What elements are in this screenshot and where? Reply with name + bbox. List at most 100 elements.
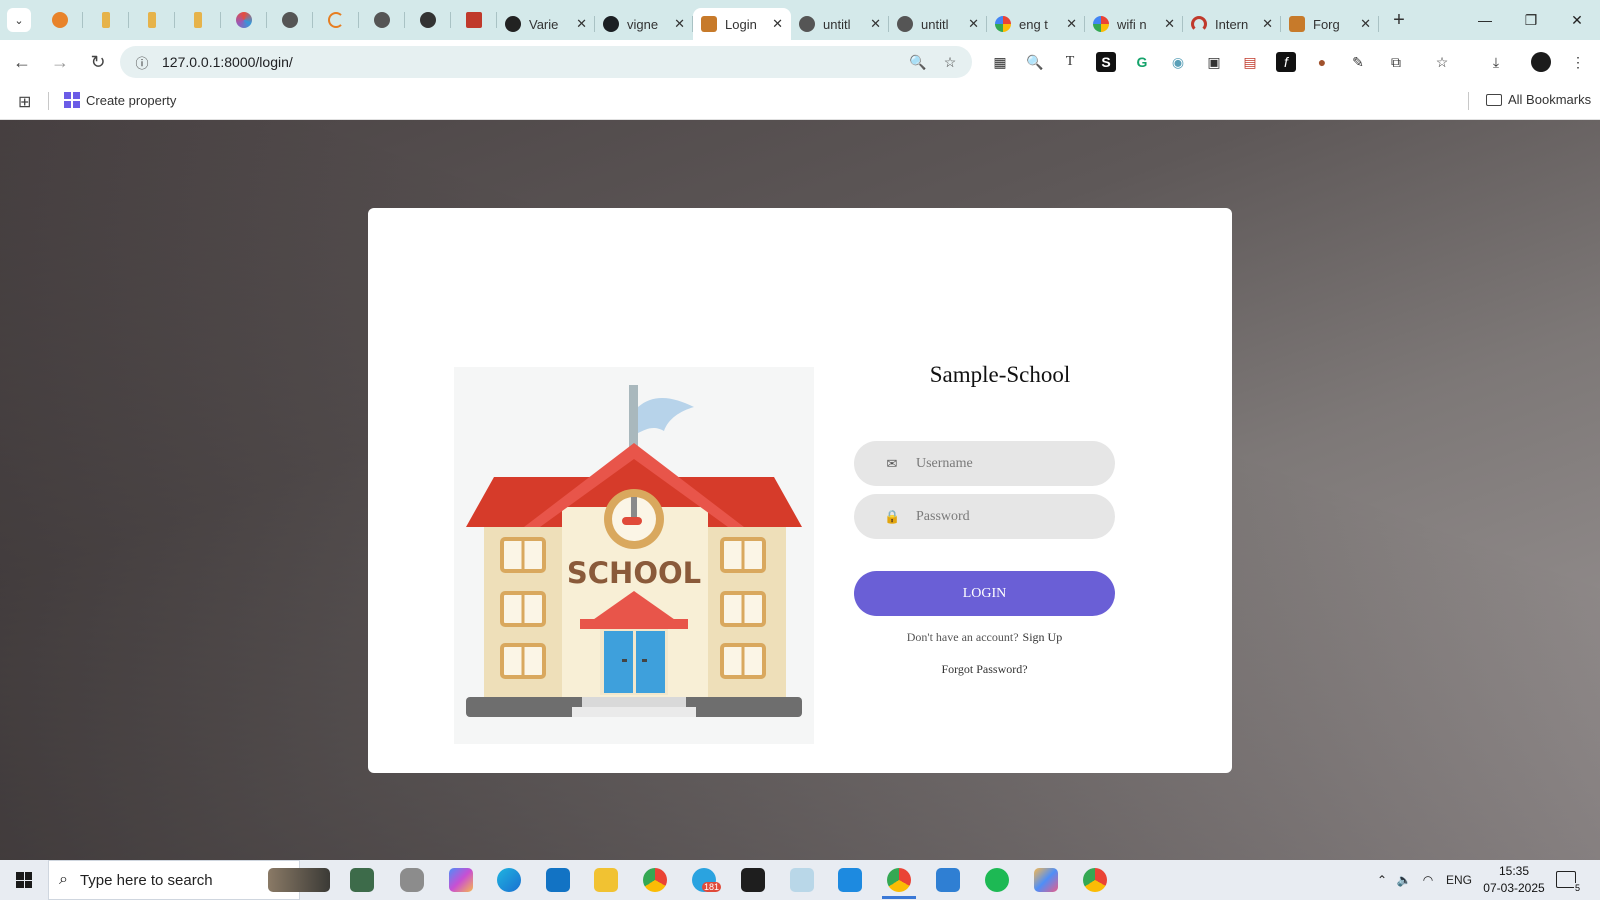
system-clock[interactable]: 15:35 07-03-2025 [1482, 863, 1546, 897]
spotify-icon[interactable] [985, 868, 1009, 892]
pinned-tab[interactable] [175, 0, 221, 40]
minimize-button[interactable]: — [1462, 0, 1508, 40]
plus-icon: + [1393, 8, 1405, 31]
close-icon[interactable]: ✕ [1164, 16, 1175, 32]
font-extension-icon[interactable]: f [1276, 52, 1296, 72]
monitor-app-icon[interactable] [350, 868, 374, 892]
clock-time: 15:35 [1498, 864, 1530, 878]
bookmark-create-property[interactable]: Create property [64, 92, 176, 108]
start-button[interactable] [0, 860, 48, 900]
login-button[interactable]: LOGIN [854, 571, 1115, 616]
terminal-icon[interactable] [741, 868, 765, 892]
notes-icon[interactable] [790, 868, 814, 892]
close-icon[interactable]: ✕ [1360, 16, 1371, 32]
database-icon[interactable] [400, 868, 424, 892]
cookie-icon[interactable]: ● [1312, 52, 1332, 72]
close-icon[interactable]: ✕ [772, 16, 783, 32]
edge-icon[interactable] [497, 868, 521, 892]
forward-button[interactable]: → [42, 44, 78, 80]
vscode-icon[interactable] [838, 868, 862, 892]
photos-icon[interactable] [936, 868, 960, 892]
volume-icon[interactable]: 🔈 [1392, 873, 1416, 887]
site-info-icon[interactable]: ⓘ [128, 53, 156, 72]
profile-avatar[interactable] [1531, 52, 1551, 72]
chrome-icon[interactable] [643, 868, 667, 892]
browser-tab[interactable]: Forg ✕ [1281, 8, 1379, 40]
grid-icon [64, 92, 80, 108]
close-icon[interactable]: ✕ [870, 16, 881, 32]
zoom-icon[interactable]: 🔍 [908, 52, 928, 72]
taskbar-search-box[interactable]: ⌕ Type here to search [48, 860, 300, 900]
close-icon[interactable]: ✕ [1066, 16, 1077, 32]
image-extension-icon[interactable]: ▣ [1204, 52, 1224, 72]
apps-grid-icon[interactable]: ⊞ [18, 92, 31, 112]
eyedropper-icon[interactable]: ✎ [1348, 52, 1368, 72]
restore-button[interactable]: ❐ [1508, 0, 1554, 40]
calendar-extension-icon[interactable]: ▤ [1240, 52, 1260, 72]
username-field[interactable]: ✉ [854, 441, 1115, 486]
browser-tab[interactable]: Varie ✕ [497, 8, 595, 40]
browser-tab[interactable]: Intern ✕ [1183, 8, 1281, 40]
fox-icon [52, 12, 68, 28]
signup-link[interactable]: Sign Up [1023, 630, 1063, 644]
reading-list-icon[interactable]: ☆ [1432, 52, 1452, 72]
copilot-icon[interactable] [449, 868, 473, 892]
close-icon: ✕ [1571, 11, 1583, 28]
username-input[interactable] [916, 455, 1096, 472]
red-logo-icon [466, 12, 482, 28]
outlook-icon[interactable] [546, 868, 570, 892]
extension-icon[interactable]: ▦ [990, 52, 1010, 72]
pinned-tab[interactable] [359, 0, 405, 40]
close-icon[interactable]: ✕ [968, 16, 979, 32]
target-icon [505, 16, 521, 32]
s-extension-icon[interactable]: S [1096, 52, 1116, 72]
language-indicator[interactable]: ENG [1446, 873, 1472, 887]
pinned-tab[interactable] [405, 0, 451, 40]
app-diamond-icon[interactable] [1034, 868, 1058, 892]
close-icon[interactable]: ✕ [1262, 16, 1273, 32]
all-bookmarks-button[interactable]: All Bookmarks [1486, 92, 1591, 107]
pinned-tab[interactable] [129, 0, 175, 40]
address-bar[interactable]: ⓘ 127.0.0.1:8000/login/ 🔍 ☆ [120, 46, 972, 78]
pinned-tab[interactable] [451, 0, 497, 40]
pinned-tab[interactable] [221, 0, 267, 40]
browser-tab[interactable]: wifi n ✕ [1085, 8, 1183, 40]
pinned-tab[interactable] [37, 0, 83, 40]
reload-button[interactable]: ↻ [80, 44, 116, 80]
eye-extension-icon[interactable]: ◉ [1168, 52, 1188, 72]
pinned-tab[interactable] [83, 0, 129, 40]
pinned-tab[interactable] [313, 0, 359, 40]
weather-widget-icon[interactable] [268, 868, 330, 892]
magnifier-extension-icon[interactable]: 🔍 [1025, 52, 1045, 72]
password-field[interactable]: 🔒 [854, 494, 1115, 539]
signup-row: Don't have an account? Sign Up [854, 630, 1115, 645]
browser-tab[interactable]: untitl ✕ [889, 8, 987, 40]
text-extension-icon[interactable]: T [1060, 52, 1080, 72]
file-explorer-icon[interactable] [594, 868, 618, 892]
tab-search-button[interactable]: ⌄ [7, 8, 31, 32]
menu-kebab-icon[interactable]: ⋮ [1568, 52, 1588, 72]
browser-tab[interactable]: untitl ✕ [791, 8, 889, 40]
grammarly-icon[interactable]: G [1132, 52, 1152, 72]
forgot-password-link[interactable]: Forgot Password? [854, 662, 1115, 677]
extensions-puzzle-icon[interactable]: ⧉ [1386, 52, 1406, 72]
address-url[interactable]: 127.0.0.1:8000/login/ [162, 54, 293, 70]
chevron-up-icon[interactable]: ⌃ [1372, 873, 1392, 887]
close-icon[interactable]: ✕ [674, 16, 685, 32]
search-icon: ⌕ [59, 871, 68, 888]
bookmark-star-icon[interactable]: ☆ [940, 52, 960, 72]
back-button[interactable]: ← [4, 44, 40, 80]
new-tab-button[interactable]: + [1383, 4, 1415, 36]
browser-tab-active[interactable]: Login ✕ [693, 8, 791, 40]
password-input[interactable] [916, 508, 1096, 525]
pinned-tab[interactable] [267, 0, 313, 40]
wifi-icon[interactable]: ◠ [1416, 873, 1440, 887]
notification-center-icon[interactable]: 5 [1556, 871, 1581, 893]
chrome-profile-icon[interactable] [887, 868, 911, 892]
download-icon[interactable]: ⤓ [1486, 52, 1506, 72]
browser-tab[interactable]: eng t ✕ [987, 8, 1085, 40]
browser-tab[interactable]: vigne ✕ [595, 8, 693, 40]
chrome-second-icon[interactable] [1083, 868, 1107, 892]
close-icon[interactable]: ✕ [576, 16, 587, 32]
close-window-button[interactable]: ✕ [1554, 0, 1600, 40]
